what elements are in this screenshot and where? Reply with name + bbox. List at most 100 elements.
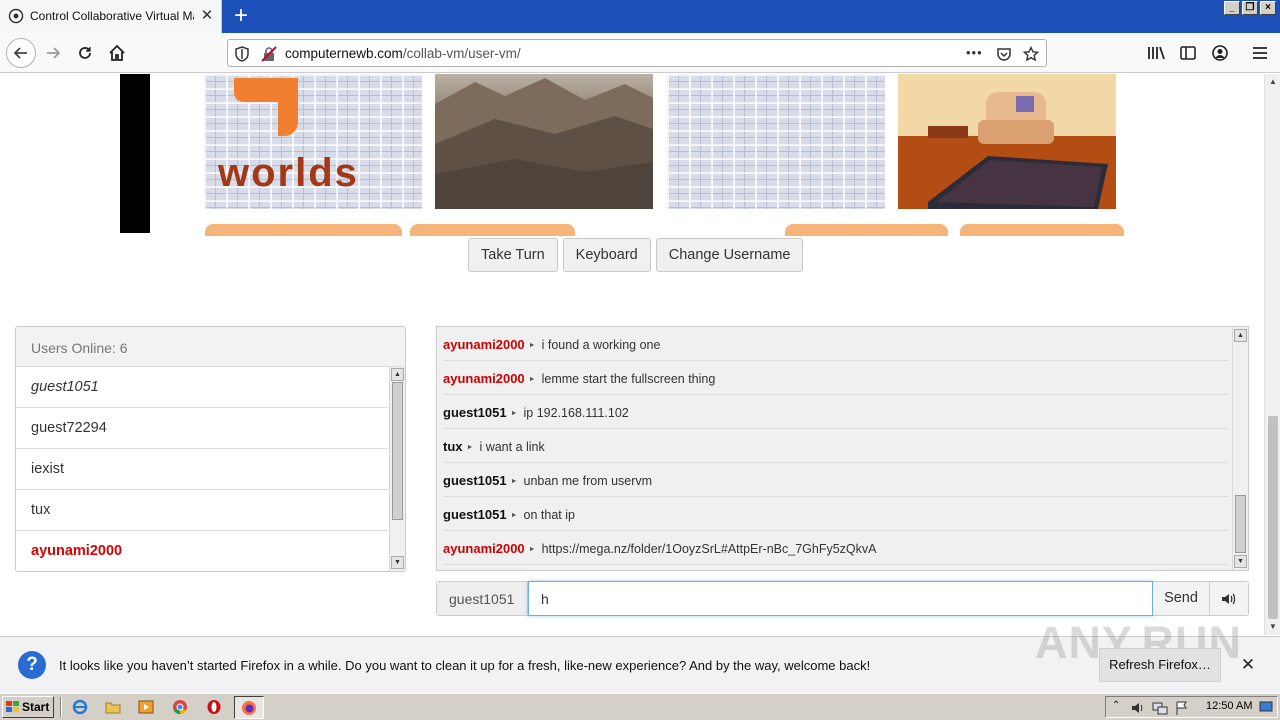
sidebar-icon[interactable] xyxy=(1176,41,1200,65)
chat-scrollbar[interactable]: ▲ ▼ xyxy=(1232,327,1248,570)
url-text: computernewb.com/collab-vm/user-vm/ xyxy=(285,46,521,61)
start-label: Start xyxy=(22,700,50,714)
chat-input[interactable] xyxy=(528,581,1153,616)
page-scrollbar[interactable]: ▲ ▼ xyxy=(1264,74,1280,635)
scrollbar-thumb[interactable] xyxy=(1235,495,1246,553)
bookmark-star-icon[interactable] xyxy=(1023,46,1039,62)
chat-message-username[interactable]: ayunami2000 xyxy=(443,371,525,386)
user-list-item[interactable]: guest72294 xyxy=(16,408,388,449)
minimize-icon[interactable]: _ xyxy=(1224,1,1240,15)
take-turn-button[interactable]: Take Turn xyxy=(468,238,558,272)
chat-message-text: lemme start the fullscreen thing xyxy=(541,372,716,386)
vm-thumbnail-blank[interactable] xyxy=(667,74,885,209)
new-tab-icon[interactable]: + xyxy=(228,3,254,29)
chat-message: ayunami2000 ► https://mega.nz/folder/1Ooyz… xyxy=(443,531,1228,565)
library-icon[interactable] xyxy=(1144,41,1168,65)
refresh-firefox-button[interactable]: Refresh Firefox… xyxy=(1099,648,1221,682)
scroll-down-icon[interactable]: ▼ xyxy=(1234,555,1247,568)
tray-expand-icon[interactable]: ⌃ xyxy=(1112,700,1120,711)
system-tray: ⌃ 12:50 AM xyxy=(1105,696,1278,718)
user-list-scrollbar[interactable]: ▲ ▼ xyxy=(389,367,405,571)
scroll-down-icon[interactable]: ▼ xyxy=(391,556,404,569)
taskbar-separator xyxy=(60,697,62,717)
chat-message-username[interactable]: guest1051 xyxy=(443,473,507,488)
restore-icon[interactable]: ❐ xyxy=(1242,1,1258,15)
chat-message-text: unban me from uservm xyxy=(523,474,653,488)
account-icon[interactable] xyxy=(1208,41,1232,65)
close-tab-icon[interactable]: ✕ xyxy=(199,7,215,25)
chat-message-text: ip 192.168.111.102 xyxy=(523,406,629,420)
scroll-up-icon[interactable]: ▲ xyxy=(391,368,404,381)
show-desktop-icon[interactable] xyxy=(1259,700,1273,714)
vm-thumbnail-room[interactable] xyxy=(898,74,1116,209)
chat-message: ayunami2000 ► lemme start the fullscreen t… xyxy=(443,361,1228,395)
vm-screen-edge xyxy=(120,74,150,233)
vm-label-tab[interactable] xyxy=(785,224,948,236)
action-center-flag-icon[interactable] xyxy=(1174,700,1190,716)
hamburger-menu-icon[interactable] xyxy=(1248,41,1272,65)
page-actions-menu-icon[interactable]: ••• xyxy=(966,45,983,60)
vm-thumbnail-worlds[interactable]: worlds xyxy=(204,74,422,209)
scrollbar-thumb[interactable] xyxy=(1268,416,1278,619)
chat-message-username[interactable]: tux xyxy=(443,439,463,454)
chat-message-username[interactable]: guest1051 xyxy=(443,507,507,522)
internet-explorer-icon[interactable] xyxy=(72,699,88,715)
clock: 12:50 AM xyxy=(1206,700,1253,712)
chat-panel: ayunami2000 ► i found a working one ayunami… xyxy=(436,326,1249,571)
close-notification-icon[interactable]: ✕ xyxy=(1239,656,1257,674)
network-icon[interactable] xyxy=(1152,700,1168,716)
scroll-up-icon[interactable]: ▲ xyxy=(1234,329,1247,342)
scroll-down-icon[interactable]: ▼ xyxy=(1267,621,1279,633)
user-list-item[interactable]: ayunami2000 xyxy=(16,531,388,571)
chrome-icon[interactable] xyxy=(172,699,188,715)
chat-separator-icon: ► xyxy=(510,478,518,485)
send-button[interactable]: Send xyxy=(1153,582,1210,615)
folder-icon[interactable] xyxy=(105,699,121,715)
reload-icon[interactable] xyxy=(73,41,97,65)
notification-text: It looks like you haven’t started Firefo… xyxy=(59,658,871,673)
chat-message: guest1051 ► ip 192.168.111.102 xyxy=(443,395,1228,429)
chat-input-row: guest1051 Send xyxy=(436,581,1249,616)
back-icon[interactable] xyxy=(6,38,36,68)
users-online-count: Users Online: 6 xyxy=(16,327,405,367)
firefox-taskbar-button[interactable] xyxy=(234,696,264,719)
chat-message: tux ► i want a link xyxy=(443,429,1228,463)
shield-icon[interactable] xyxy=(234,46,250,62)
vm-label-tab[interactable] xyxy=(410,224,575,236)
speaker-icon[interactable] xyxy=(1210,582,1248,615)
browser-tab[interactable]: Control Collaborative Virtual Machine ✕ xyxy=(0,0,222,33)
insecure-lock-icon[interactable] xyxy=(261,46,277,62)
forward-icon[interactable] xyxy=(41,41,65,65)
volume-icon[interactable] xyxy=(1130,700,1146,716)
chat-message-username[interactable]: ayunami2000 xyxy=(443,337,525,352)
chat-message-list: ayunami2000 ► i found a working one ayunami… xyxy=(437,327,1228,565)
url-bar[interactable]: computernewb.com/collab-vm/user-vm/ ••• xyxy=(227,39,1047,67)
vm-thumbnail-landscape[interactable] xyxy=(435,74,653,209)
scrollbar-thumb[interactable] xyxy=(392,382,403,520)
navigation-toolbar: computernewb.com/collab-vm/user-vm/ ••• xyxy=(0,33,1280,73)
chat-separator-icon: ► xyxy=(510,410,518,417)
keyboard-button[interactable]: Keyboard xyxy=(562,238,651,272)
chat-message-text: i want a link xyxy=(479,440,545,454)
start-button[interactable]: Start xyxy=(2,696,54,718)
user-list-item[interactable]: tux xyxy=(16,490,388,531)
close-window-icon[interactable]: × xyxy=(1260,1,1276,15)
worlds-logo-icon: worlds xyxy=(217,78,357,195)
pocket-icon[interactable] xyxy=(996,46,1012,62)
vm-label-tab[interactable] xyxy=(205,224,402,236)
tab-title: Control Collaborative Virtual Machine xyxy=(30,9,194,23)
vm-label-tab[interactable] xyxy=(960,224,1124,236)
chat-message-username[interactable]: ayunami2000 xyxy=(443,541,525,556)
media-player-icon[interactable] xyxy=(138,699,154,715)
windows-taskbar: Start ⌃ 12:50 AM xyxy=(0,693,1280,720)
notification-bar: ? It looks like you haven’t started Fire… xyxy=(0,617,1280,693)
chat-message-username[interactable]: guest1051 xyxy=(443,405,507,420)
change-username-button[interactable]: Change Username xyxy=(655,238,804,272)
opera-icon[interactable] xyxy=(206,699,222,715)
scroll-up-icon[interactable]: ▲ xyxy=(1267,76,1279,88)
firefox-icon xyxy=(242,701,256,715)
user-list-item[interactable]: iexist xyxy=(16,449,388,490)
collabvm-favicon-icon xyxy=(8,8,24,24)
user-list-item[interactable]: guest1051 xyxy=(16,367,388,408)
home-icon[interactable] xyxy=(105,41,129,65)
